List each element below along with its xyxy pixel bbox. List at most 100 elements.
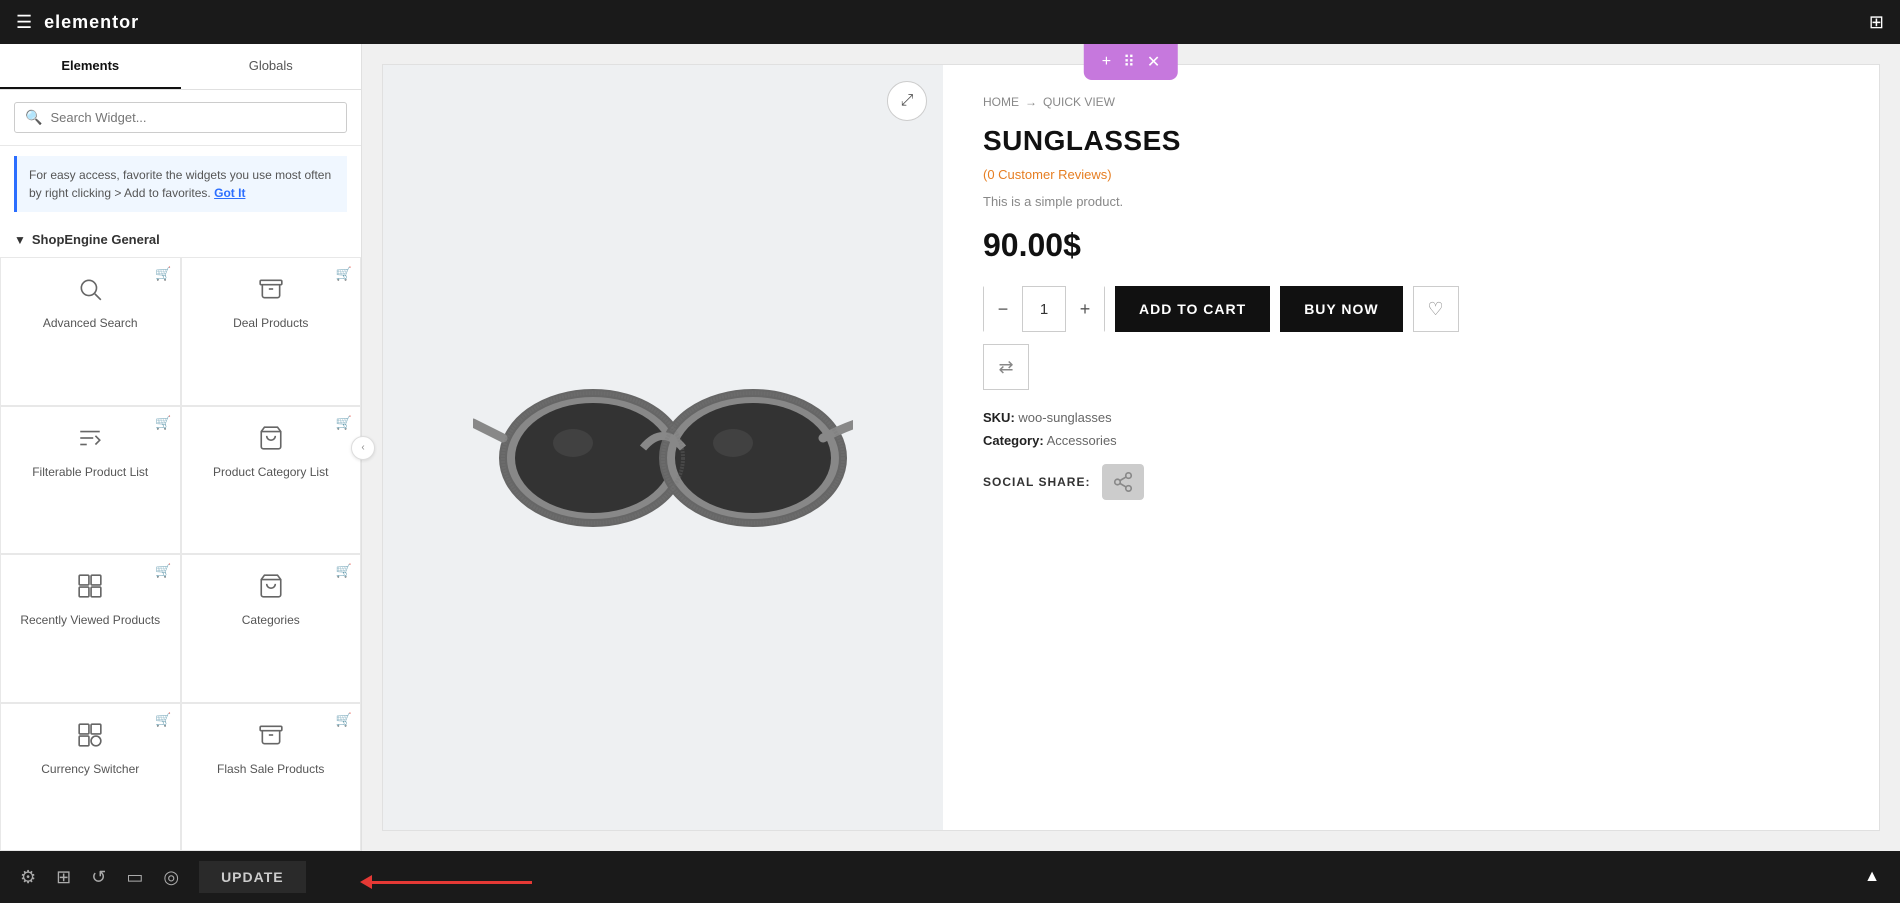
widget-badge: 🛒 <box>336 266 352 282</box>
widget-advanced-search[interactable]: 🛒 Advanced Search <box>0 257 181 406</box>
quantity-control: − 1 + <box>983 286 1105 332</box>
product-details: HOME → QUICK VIEW SUNGLASSES (0 Customer… <box>943 65 1879 830</box>
layers-icon[interactable]: ⊞ <box>56 867 71 888</box>
social-share-label: SOCIAL SHARE: <box>983 475 1090 489</box>
category-value: Accessories <box>1047 433 1117 448</box>
compare-row: ⇄ <box>983 344 1839 390</box>
product-title: SUNGLASSES <box>983 125 1839 157</box>
gallery2-widget-icon <box>77 722 103 754</box>
search-input[interactable] <box>50 110 336 125</box>
widget-label: Filterable Product List <box>32 465 148 481</box>
widget-currency-switcher[interactable]: 🛒 Currency Switcher <box>0 703 181 852</box>
sku-label: SKU: <box>983 410 1015 425</box>
product-reviews: (0 Customer Reviews) <box>983 167 1839 182</box>
bag2-widget-icon <box>258 573 284 605</box>
widget-filterable-product-list[interactable]: 🛒 Filterable Product List <box>0 406 181 555</box>
update-button[interactable]: UPDATE <box>199 861 306 893</box>
product-price: 90.00$ <box>983 227 1839 264</box>
section-collapse-icon: ▼ <box>14 233 26 247</box>
quantity-value: 1 <box>1022 287 1066 331</box>
wishlist-button[interactable]: ♡ <box>1413 286 1459 332</box>
add-to-cart-button[interactable]: ADD TO CART <box>1115 286 1270 332</box>
floating-toolbar: + ⠿ ✕ <box>1084 44 1178 80</box>
widgets-grid: 🛒 Advanced Search 🛒 Deal Products <box>0 257 361 851</box>
product-image-area: ⤢ <box>383 65 943 830</box>
sidebar-collapse-handle[interactable]: ‹ <box>351 436 375 460</box>
gallery-widget-icon <box>77 573 103 605</box>
quantity-increase-btn[interactable]: + <box>1066 286 1104 332</box>
sku-row: SKU: woo-sunglasses <box>983 410 1839 425</box>
sidebar-tabs: Elements Globals <box>0 44 361 90</box>
history-icon[interactable]: ↺ <box>91 867 106 888</box>
tip-box: For easy access, favorite the widgets yo… <box>14 156 347 212</box>
search-icon: 🔍 <box>25 109 42 126</box>
widget-categories[interactable]: 🛒 Categories <box>181 554 362 703</box>
breadcrumb-home[interactable]: HOME <box>983 95 1019 109</box>
eye-icon[interactable]: ◎ <box>163 867 179 888</box>
widget-badge: 🛒 <box>336 415 352 431</box>
arrow-line <box>372 881 532 884</box>
widget-badge: 🛒 <box>155 266 171 282</box>
section-title: ShopEngine General <box>32 232 160 247</box>
canvas-area: + ⠿ ✕ ⤢ <box>362 44 1900 851</box>
social-share-row: SOCIAL SHARE: <box>983 464 1839 500</box>
bag-widget-icon <box>258 425 284 457</box>
widget-badge: 🛒 <box>336 563 352 579</box>
chevron-up-button[interactable]: ▲ <box>1864 868 1880 886</box>
widget-recently-viewed-products[interactable]: 🛒 Recently Viewed Products <box>0 554 181 703</box>
section-header[interactable]: ▼ ShopEngine General <box>0 222 361 257</box>
breadcrumb: HOME → QUICK VIEW <box>983 95 1839 109</box>
search-wrap: 🔍 <box>0 90 361 146</box>
add-to-cart-row: − 1 + ADD TO CART BUY NOW ♡ <box>983 286 1839 332</box>
category-label: Category: <box>983 433 1044 448</box>
filter-widget-icon <box>77 425 103 457</box>
quantity-decrease-btn[interactable]: − <box>984 286 1022 332</box>
tab-elements[interactable]: Elements <box>0 44 181 89</box>
widget-label: Advanced Search <box>43 316 138 332</box>
toolbar-close-btn[interactable]: ✕ <box>1141 50 1166 74</box>
top-bar: ☰ elementor ⊞ <box>0 0 1900 44</box>
search-widget-icon <box>77 276 103 308</box>
buy-now-button[interactable]: BUY NOW <box>1280 286 1402 332</box>
widget-label: Currency Switcher <box>41 762 139 778</box>
grid-icon[interactable]: ⊞ <box>1869 12 1884 33</box>
responsive-icon[interactable]: ▭ <box>126 867 143 888</box>
hamburger-icon[interactable]: ☰ <box>16 12 32 33</box>
breadcrumb-separator: → <box>1025 95 1037 109</box>
widget-deal-products[interactable]: 🛒 Deal Products <box>181 257 362 406</box>
widget-badge: 🛒 <box>155 563 171 579</box>
product-description: This is a simple product. <box>983 194 1839 209</box>
product-image <box>473 318 853 578</box>
widget-badge: 🛒 <box>155 712 171 728</box>
widget-label: Categories <box>242 613 300 629</box>
category-row: Category: Accessories <box>983 433 1839 448</box>
social-share-icon[interactable] <box>1102 464 1144 500</box>
widget-badge: 🛒 <box>155 415 171 431</box>
got-it-link[interactable]: Got It <box>214 186 245 200</box>
sku-value: woo-sunglasses <box>1018 410 1111 425</box>
bottom-bar: ⚙ ⊞ ↺ ▭ ◎ UPDATE ▲ <box>0 851 1900 903</box>
widget-badge: 🛒 <box>336 712 352 728</box>
tab-globals[interactable]: Globals <box>181 44 362 89</box>
widget-label: Product Category List <box>213 465 328 481</box>
red-arrow-indicator <box>360 875 532 889</box>
compare-button[interactable]: ⇄ <box>983 344 1029 390</box>
widget-label: Flash Sale Products <box>217 762 324 778</box>
archive-widget-icon <box>258 276 284 308</box>
arrow-head <box>360 875 372 889</box>
tip-text: For easy access, favorite the widgets yo… <box>29 168 331 200</box>
toolbar-grid-btn[interactable]: ⠿ <box>1117 50 1141 74</box>
search-box: 🔍 <box>14 102 347 133</box>
archive2-widget-icon <box>258 722 284 754</box>
settings-icon[interactable]: ⚙ <box>20 867 36 888</box>
elementor-logo: elementor <box>44 12 139 33</box>
widget-product-category-list[interactable]: 🛒 Product Category List <box>181 406 362 555</box>
product-preview: ⤢ <box>382 64 1880 831</box>
bottom-bar-left: ⚙ ⊞ ↺ ▭ ◎ UPDATE <box>20 861 306 893</box>
widget-label: Recently Viewed Products <box>20 613 160 629</box>
widget-flash-sale-products[interactable]: 🛒 Flash Sale Products <box>181 703 362 852</box>
sidebar: Elements Globals 🔍 For easy access, favo… <box>0 44 362 851</box>
breadcrumb-current: QUICK VIEW <box>1043 95 1115 109</box>
toolbar-plus-btn[interactable]: + <box>1096 51 1117 73</box>
expand-button[interactable]: ⤢ <box>887 81 927 121</box>
